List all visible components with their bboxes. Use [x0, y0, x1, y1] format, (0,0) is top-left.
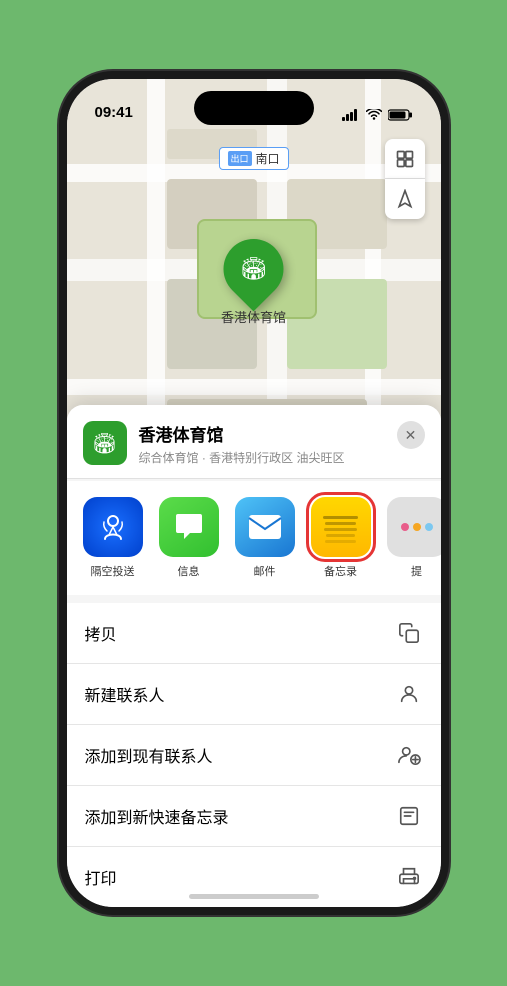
venue-subtitle: 综合体育馆 · 香港特别行政区 油尖旺区: [139, 449, 385, 466]
print-icon: [395, 863, 423, 891]
map-label-text: 南口: [256, 150, 280, 167]
map-location-button[interactable]: [385, 179, 425, 219]
pin-circle: 🏟: [211, 227, 296, 312]
map-layers-button[interactable]: [385, 139, 425, 179]
signal-icon: [342, 109, 360, 121]
venue-header: 🏟 香港体育馆 综合体育馆 · 香港特别行政区 油尖旺区 ✕: [67, 405, 441, 479]
venue-icon: 🏟: [83, 421, 127, 465]
status-time: 09:41: [95, 104, 133, 121]
screen: 09:41: [67, 79, 441, 907]
map-label: 出口 南口: [218, 147, 288, 170]
action-list: 拷贝 新建联系人: [67, 603, 441, 907]
airdrop-label: 隔空投送: [91, 563, 135, 579]
mail-label: 邮件: [254, 563, 276, 579]
map-controls: [385, 139, 425, 219]
messages-icon: [159, 497, 219, 557]
map-label-icon: 出口: [227, 151, 251, 166]
venue-info: 香港体育馆 综合体育馆 · 香港特别行政区 油尖旺区: [139, 421, 385, 466]
copy-icon: [395, 619, 423, 647]
location-pin: 🏟 香港体育馆: [221, 239, 286, 326]
action-add-existing[interactable]: 添加到现有联系人: [67, 725, 441, 786]
action-copy-label: 拷贝: [85, 621, 117, 645]
airdrop-icon: [83, 497, 143, 557]
share-apps-row: 隔空投送 信息: [67, 481, 441, 595]
share-app-airdrop[interactable]: 隔空投送: [75, 497, 151, 579]
action-new-contact[interactable]: 新建联系人: [67, 664, 441, 725]
phone-frame: 09:41: [59, 71, 449, 915]
mail-icon: [235, 497, 295, 557]
close-button[interactable]: ✕: [397, 421, 425, 449]
status-icons: [342, 109, 413, 121]
notes-label: 备忘录: [324, 563, 357, 579]
messages-label: 信息: [178, 563, 200, 579]
pin-inner-icon: 🏟: [240, 256, 268, 282]
dynamic-island: [194, 91, 314, 125]
action-print-label: 打印: [85, 865, 117, 889]
share-app-mail[interactable]: 邮件: [227, 497, 303, 579]
action-add-notes-label: 添加到新快速备忘录: [85, 804, 229, 828]
venue-icon-symbol: 🏟: [92, 431, 117, 456]
action-add-existing-label: 添加到现有联系人: [85, 743, 213, 767]
wifi-icon: [366, 109, 382, 121]
venue-name: 香港体育馆: [139, 421, 385, 446]
battery-icon: [388, 109, 413, 121]
notes-add-icon: [395, 802, 423, 830]
person-icon: [395, 680, 423, 708]
bottom-sheet: 🏟 香港体育馆 综合体育馆 · 香港特别行政区 油尖旺区 ✕: [67, 405, 441, 907]
action-add-notes[interactable]: 添加到新快速备忘录: [67, 786, 441, 847]
action-copy[interactable]: 拷贝: [67, 603, 441, 664]
share-app-notes[interactable]: 备忘录: [303, 497, 379, 579]
home-indicator: [189, 894, 319, 899]
person-add-icon: [395, 741, 423, 769]
share-app-messages[interactable]: 信息: [151, 497, 227, 579]
more-icon: [387, 497, 441, 557]
notes-icon: [311, 497, 371, 557]
action-new-contact-label: 新建联系人: [85, 682, 165, 706]
more-label: 提: [411, 563, 422, 579]
share-app-more[interactable]: 提: [379, 497, 441, 579]
